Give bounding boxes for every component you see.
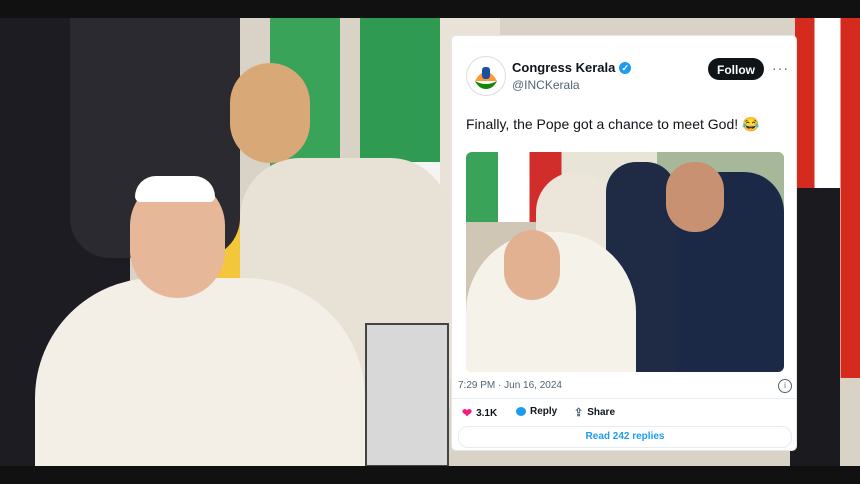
pope-white-robe	[35, 278, 365, 466]
info-icon[interactable]: i	[778, 379, 792, 393]
account-handle[interactable]: @INCKerala	[512, 78, 580, 92]
tweet-timestamp[interactable]: 7:29 PM · Jun 16, 2024	[458, 380, 562, 391]
tweet-image[interactable]	[466, 152, 784, 372]
follow-button[interactable]: Follow	[708, 58, 764, 80]
chair-back	[365, 323, 449, 466]
letterbox-top	[0, 0, 860, 18]
pope-zucchetto	[135, 176, 215, 202]
share-label[interactable]: Share	[587, 407, 615, 418]
account-name-text[interactable]: Congress Kerala	[512, 60, 615, 75]
tweet-card[interactable]: Congress Kerala ✓ @INCKerala Follow ··· …	[452, 36, 796, 450]
divider	[452, 398, 796, 399]
share-action[interactable]: ⇪ Share	[574, 406, 615, 419]
read-replies-button[interactable]: Read 242 replies	[458, 426, 792, 448]
woman-head	[230, 63, 310, 163]
tweet-actions: ❤ 3.1K Reply ⇪ Share	[458, 406, 778, 422]
media-man-head	[666, 162, 724, 232]
share-icon[interactable]: ⇪	[574, 406, 583, 419]
account-name[interactable]: Congress Kerala ✓	[512, 60, 632, 75]
letterbox-bottom	[0, 466, 860, 484]
screenshot-frame: Congress Kerala ✓ @INCKerala Follow ··· …	[0, 0, 860, 484]
reply-action[interactable]: Reply	[516, 406, 557, 417]
media-pope-head	[504, 230, 560, 300]
like-count[interactable]: 3.1K	[476, 408, 497, 419]
heart-icon[interactable]: ❤	[462, 406, 472, 420]
hand-logo-icon	[475, 67, 497, 89]
reply-label[interactable]: Reply	[530, 406, 557, 417]
like-action[interactable]: ❤ 3.1K	[462, 406, 497, 420]
account-avatar[interactable]	[466, 56, 506, 96]
verified-badge-icon: ✓	[619, 61, 632, 74]
reply-bubble-icon[interactable]	[516, 407, 526, 416]
person-right-dark	[790, 188, 840, 466]
tweet-text: Finally, the Pope got a chance to meet G…	[466, 116, 760, 132]
more-options-icon[interactable]: ···	[772, 60, 789, 76]
